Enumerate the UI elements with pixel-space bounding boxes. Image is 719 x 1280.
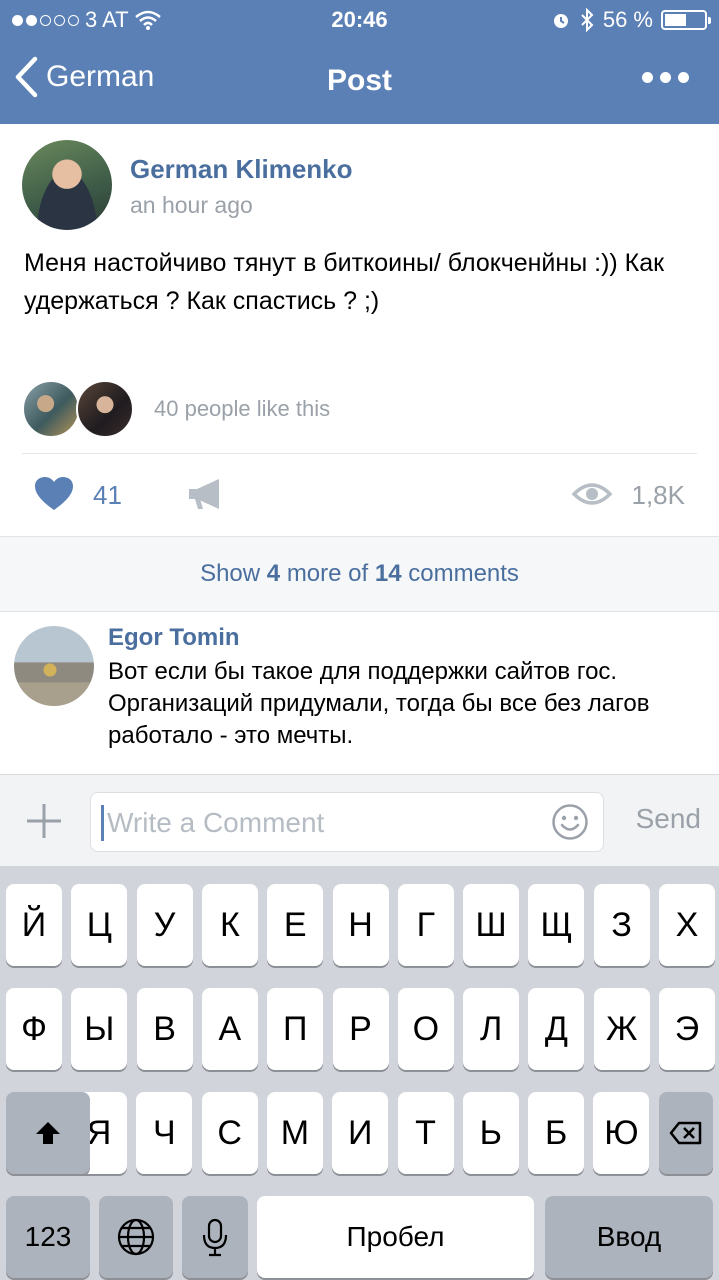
key-э[interactable]: Э: [659, 988, 715, 1070]
key-щ[interactable]: Щ: [528, 884, 585, 966]
show-more-comments-button[interactable]: Show 4 more of 14 comments: [0, 536, 719, 612]
key-е[interactable]: Е: [267, 884, 324, 966]
post-time: an hour ago: [130, 192, 253, 218]
globe-icon: [117, 1218, 155, 1256]
keyboard: ЙЦУКЕНГШЩЗХ ФЫВАПРОЛДЖЭ ЯЧСМИТЬБЮ 123 Пр…: [0, 866, 719, 1280]
liker-avatar: [76, 380, 134, 438]
key-х[interactable]: Х: [659, 884, 715, 966]
screen: 3 AT 20:46 56 % German Post German Klime…: [0, 0, 719, 1280]
comment-input[interactable]: Write a Comment: [90, 792, 604, 852]
header: 3 AT 20:46 56 % German Post: [0, 0, 719, 124]
key-л[interactable]: Л: [463, 988, 520, 1070]
key-ц[interactable]: Ц: [71, 884, 128, 966]
return-key[interactable]: Ввод: [545, 1196, 713, 1278]
key-ь[interactable]: Ь: [462, 1092, 519, 1174]
key-а[interactable]: А: [201, 988, 258, 1070]
shift-key[interactable]: [6, 1092, 90, 1174]
post-text: Меня настойчиво тянут в биткоины/ блокче…: [24, 249, 665, 315]
battery-icon: [661, 10, 711, 30]
space-key[interactable]: Пробел: [257, 1196, 534, 1278]
likes-summary: 40 people like this: [154, 396, 331, 421]
key-б[interactable]: Б: [528, 1092, 585, 1174]
key-й[interactable]: Й: [6, 884, 62, 966]
page-title: Post: [326, 64, 392, 97]
show-more-count: 4: [266, 560, 281, 587]
show-more-total: 14: [374, 560, 402, 587]
post-actions: 41 1,8K: [0, 464, 719, 528]
key-с[interactable]: С: [201, 1092, 258, 1174]
nav-bar: German Post: [0, 42, 719, 122]
battery-percent: 56 %: [602, 7, 653, 32]
globe-key[interactable]: [99, 1196, 173, 1278]
backspace-key[interactable]: [659, 1092, 713, 1174]
key-м[interactable]: М: [266, 1092, 323, 1174]
text-caret: [101, 805, 104, 841]
key-р[interactable]: Р: [332, 988, 389, 1070]
numbers-key[interactable]: 123: [6, 1196, 90, 1278]
key-з[interactable]: З: [593, 884, 650, 966]
key-ш[interactable]: Ш: [463, 884, 520, 966]
mic-key[interactable]: [182, 1196, 248, 1278]
microphone-icon: [202, 1218, 228, 1257]
key-п[interactable]: П: [267, 988, 324, 1070]
key-ю[interactable]: Ю: [593, 1092, 650, 1174]
key-к[interactable]: К: [201, 884, 258, 966]
alarm-icon: [553, 14, 568, 28]
comment-placeholder: Write a Comment: [107, 807, 325, 838]
emoji-icon[interactable]: [551, 803, 589, 841]
comment-text: Вот если бы такое для поддержки сайтов г…: [108, 658, 650, 749]
key-у[interactable]: У: [136, 884, 193, 966]
comment-author[interactable]: Egor Tomin: [108, 624, 240, 652]
like-count[interactable]: 41: [93, 480, 122, 511]
bluetooth-icon: [581, 8, 594, 32]
shift-icon: [36, 1122, 60, 1144]
key-ч[interactable]: Ч: [136, 1092, 193, 1174]
eye-icon: [572, 483, 612, 505]
status-bar: 3 AT 20:46 56 %: [0, 0, 719, 40]
heart-icon[interactable]: [34, 476, 74, 512]
post-card: German Klimenko an hour ago Меня настойч…: [0, 124, 719, 536]
key-ж[interactable]: Ж: [593, 988, 650, 1070]
key-г[interactable]: Г: [397, 884, 454, 966]
key-о[interactable]: О: [397, 988, 454, 1070]
liker-avatar: [22, 380, 80, 438]
key-ы[interactable]: Ы: [71, 988, 128, 1070]
status-right: 56 %: [551, 7, 711, 33]
divider: [22, 453, 697, 454]
comment: Egor Tomin Вот если бы такое для поддерж…: [0, 612, 719, 772]
more-options-icon[interactable]: [642, 72, 689, 83]
show-more-middle: more of: [286, 560, 369, 587]
key-в[interactable]: В: [136, 988, 193, 1070]
likers-row[interactable]: 40 people like this: [22, 380, 692, 438]
key-т[interactable]: Т: [397, 1092, 454, 1174]
send-button[interactable]: Send: [636, 803, 701, 835]
commenter-avatar[interactable]: [14, 626, 94, 706]
plus-icon[interactable]: [24, 801, 64, 841]
show-more-prefix: Show: [200, 560, 261, 587]
show-more-suffix: comments: [408, 560, 519, 587]
key-ф[interactable]: Ф: [6, 988, 62, 1070]
key-д[interactable]: Д: [528, 988, 585, 1070]
backspace-icon: [669, 1121, 702, 1145]
author-avatar[interactable]: [22, 140, 112, 230]
view-count: 1,8K: [631, 480, 686, 510]
megaphone-icon[interactable]: [186, 476, 226, 512]
key-и[interactable]: И: [332, 1092, 389, 1174]
post-author[interactable]: German Klimenko: [130, 154, 353, 185]
key-н[interactable]: Н: [332, 884, 389, 966]
comment-compose-bar: Write a Comment Send: [0, 774, 719, 866]
